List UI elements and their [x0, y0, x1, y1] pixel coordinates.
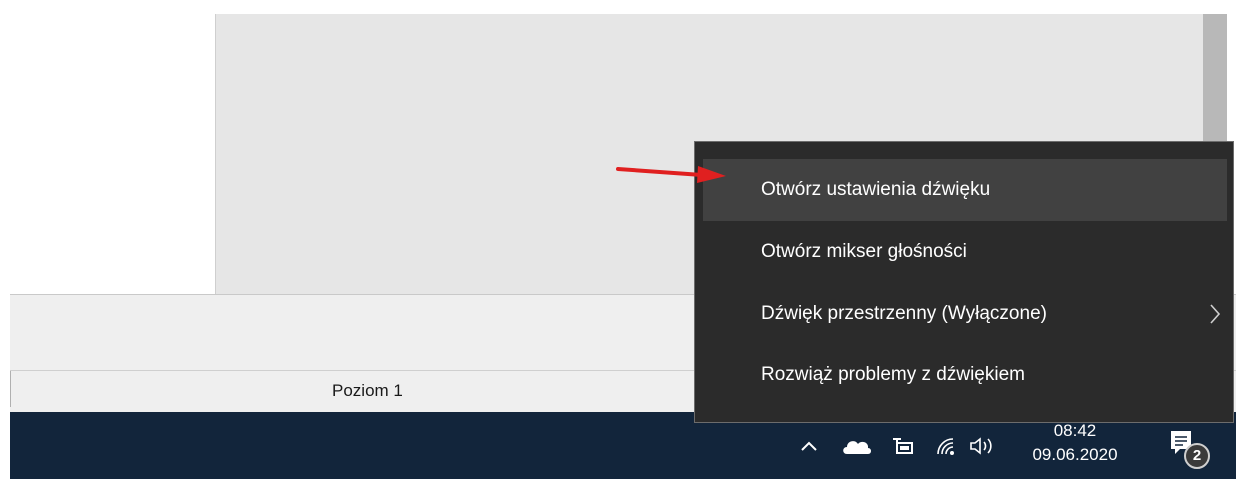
- notification-count-badge: 2: [1184, 443, 1210, 469]
- action-center-button[interactable]: 2: [1166, 428, 1210, 469]
- menu-item-troubleshoot-sound[interactable]: Rozwiąż problemy z dźwiękiem: [703, 344, 1227, 406]
- menu-item-label: Otwórz mikser głośności: [761, 241, 967, 262]
- chevron-up-icon[interactable]: [798, 434, 820, 458]
- wifi-icon[interactable]: [934, 434, 958, 458]
- taskbar-clock[interactable]: 08:42 09.06.2020: [1028, 419, 1122, 467]
- volume-context-menu: Otwórz ustawienia dźwięku Otwórz mikser …: [694, 141, 1234, 423]
- level-label: Poziom 1: [332, 381, 403, 400]
- volume-icon[interactable]: [968, 434, 996, 458]
- menu-item-label: Dźwięk przestrzenny (Wyłączone): [761, 303, 1047, 324]
- menu-item-label: Rozwiąż problemy z dźwiękiem: [761, 364, 1025, 385]
- clock-date: 09.06.2020: [1032, 445, 1118, 464]
- annotation-arrow-icon: [616, 166, 726, 183]
- menu-item-label: Otwórz ustawienia dźwięku: [761, 179, 991, 200]
- status-separator: [10, 371, 11, 407]
- battery-power-icon[interactable]: [890, 434, 916, 458]
- onedrive-cloud-icon[interactable]: [840, 434, 874, 458]
- menu-item-open-volume-mixer[interactable]: Otwórz mikser głośności: [703, 221, 1227, 283]
- menu-item-spatial-sound[interactable]: Dźwięk przestrzenny (Wyłączone): [703, 283, 1227, 345]
- menu-item-open-sound-settings[interactable]: Otwórz ustawienia dźwięku: [703, 159, 1227, 221]
- chevron-right-icon: [1210, 304, 1221, 324]
